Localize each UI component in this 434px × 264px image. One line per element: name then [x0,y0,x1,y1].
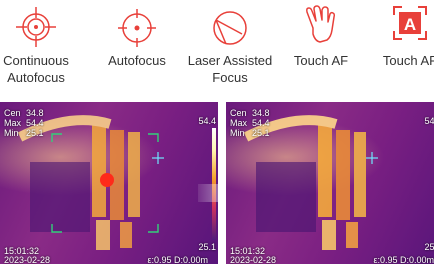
center-temp: Cen 34.8 [4,108,44,118]
center-temp: Cen 34.8 [230,108,270,118]
mode-label: Continuous Autofocus [3,53,69,85]
mode-laser-assisted-focus[interactable]: Laser Assisted Focus [185,0,275,85]
svg-text:A: A [404,15,416,34]
mode-label: Touch AF [293,53,349,68]
date: 2023-02-28 [4,255,51,264]
scale-min: 25.1 [424,242,434,252]
crosshair-rings-icon [16,7,56,47]
emissivity-distance: ε:0.95 D:0.00m [373,255,434,264]
max-temp: Max 54.4 [4,118,44,128]
focus-point [100,173,114,187]
scale-max: 54.4 [198,116,216,126]
mode-label: Laser Assisted Focus [187,53,273,85]
thermal-image-before: Cen 34.8 Max 54.4 Min 25.1 54.4 25.1 15:01:… [0,102,218,264]
mode-label: Touch AF [382,53,434,68]
touch-af-frame-icon: A [393,6,427,40]
min-temp: Min 25.1 [4,128,44,138]
laser-beam-icon [213,11,247,45]
mode-touch-af[interactable]: Touch AF [276,0,366,68]
date: 2023-02-28 [230,255,277,264]
min-temp: Min 25.1 [230,128,270,138]
mode-autofocus[interactable]: Autofocus [92,0,182,68]
mode-label: Autofocus [108,53,166,68]
emissivity-distance: ε:0.95 D:0.00m [147,255,208,264]
mode-continuous-autofocus[interactable]: Continuous Autofocus [0,0,81,85]
mode-touch-af-frame[interactable]: A Touch AF [365,0,434,68]
scale-min: 25.1 [198,242,216,252]
hand-touch-icon [306,5,336,43]
thermal-image-after: Cen34.8 Max54.4 Min25.1 54.4 25.1 15:01:… [226,102,434,264]
max-temp: Max 54.4 [230,118,270,128]
scale-max: 54.4 [424,116,434,126]
crosshair-dot-icon [118,9,156,47]
